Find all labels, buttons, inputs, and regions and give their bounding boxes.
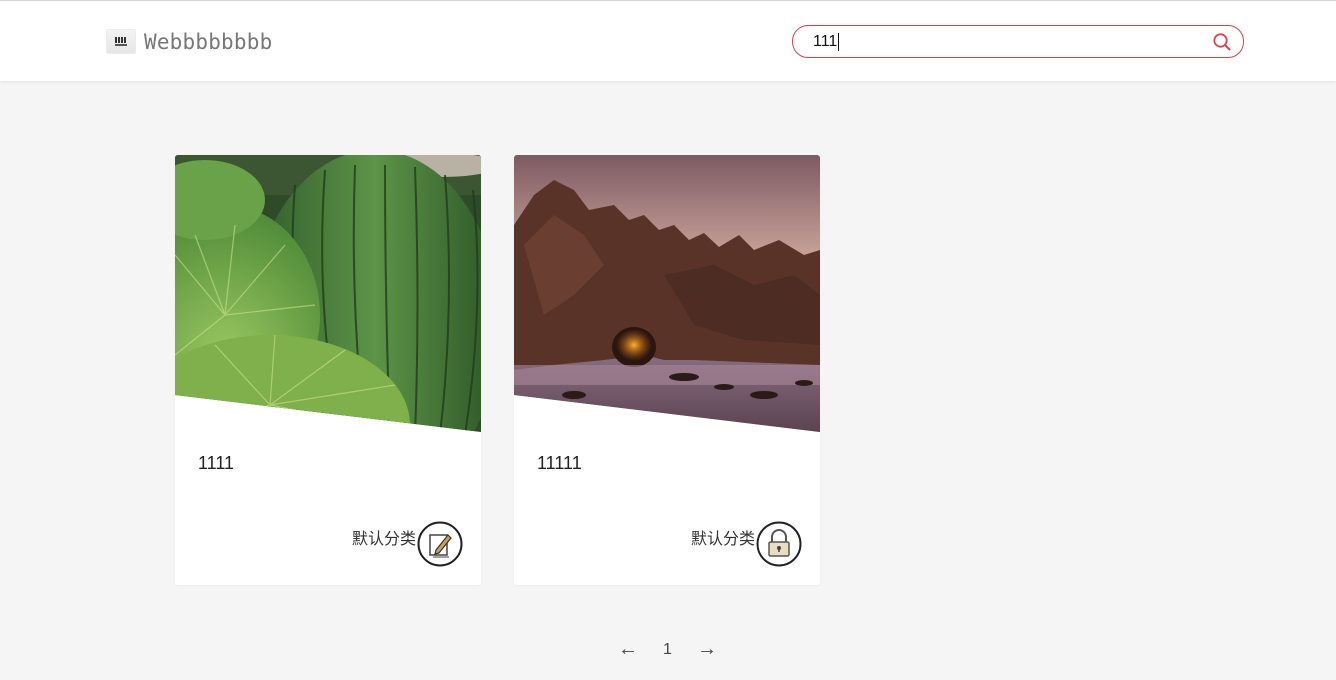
next-page-button[interactable]: → xyxy=(697,638,717,661)
search-input[interactable] xyxy=(813,30,1193,54)
site-logo[interactable]: Webbbbbbbb xyxy=(106,29,272,54)
site-header: Webbbbbbbb xyxy=(0,1,1336,81)
lock-icon xyxy=(756,521,802,567)
post-thumbnail[interactable] xyxy=(514,155,820,432)
logo-icon xyxy=(106,29,136,54)
post-category[interactable]: 默认分类 xyxy=(352,525,416,549)
page-number[interactable]: 1 xyxy=(663,641,672,659)
edit-icon xyxy=(417,521,463,567)
post-category[interactable]: 默认分类 xyxy=(691,525,755,549)
pagination: ← 1 → xyxy=(0,638,1336,664)
prev-page-button[interactable]: ← xyxy=(618,638,638,661)
post-card[interactable]: 1111 默认分类 xyxy=(175,155,481,585)
site-title: Webbbbbbbb xyxy=(144,29,273,54)
search-box xyxy=(792,25,1244,58)
post-title[interactable]: 1111 xyxy=(198,453,234,474)
search-icon[interactable] xyxy=(1212,32,1232,52)
post-title[interactable]: 11111 xyxy=(537,453,582,474)
post-thumbnail[interactable] xyxy=(175,155,481,432)
text-caret xyxy=(838,33,839,51)
post-card[interactable]: 11111 默认分类 xyxy=(514,155,820,585)
